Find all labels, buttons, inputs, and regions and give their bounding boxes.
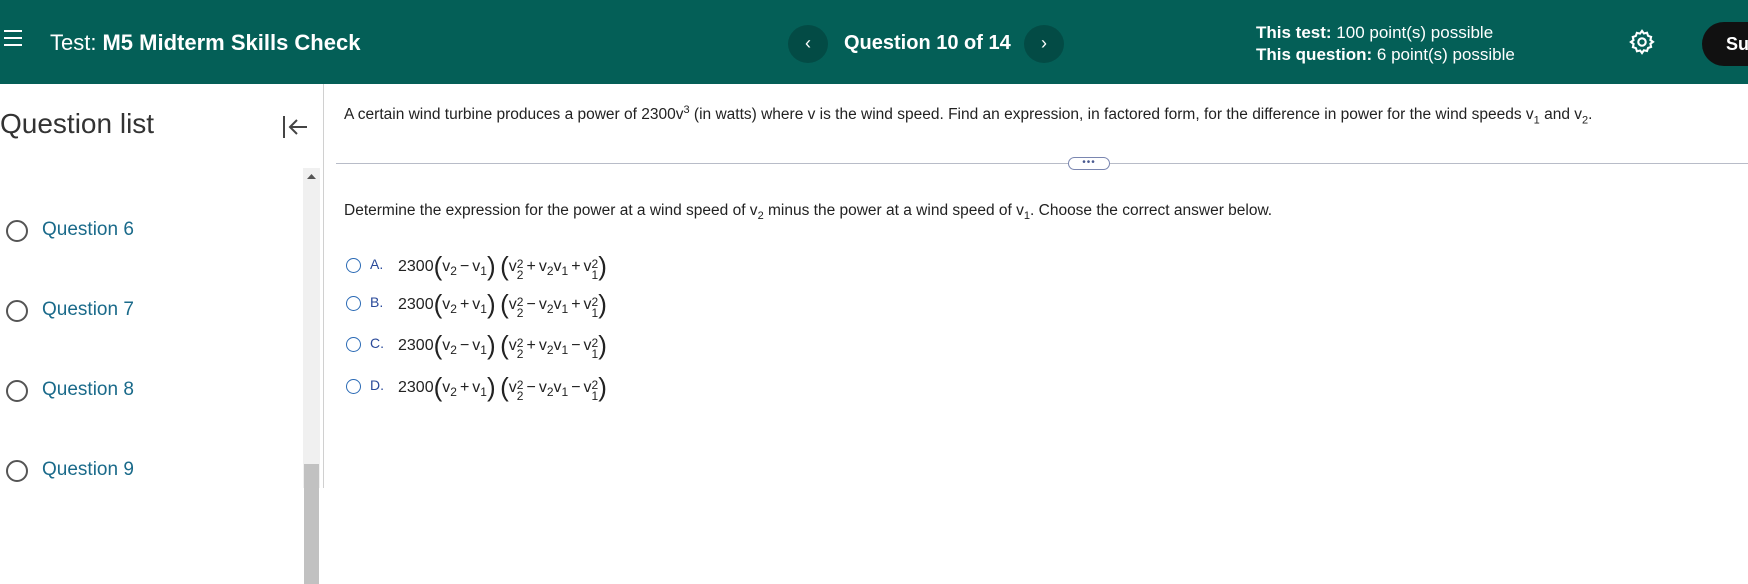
- question-points-label: This question:: [1256, 45, 1373, 64]
- gear-icon[interactable]: [1628, 28, 1656, 56]
- question-counter: Question 10 of 14: [844, 32, 1011, 54]
- scrollbar-thumb[interactable]: [304, 464, 319, 584]
- submit-button[interactable]: Su: [1702, 22, 1748, 66]
- radio-icon: [6, 220, 28, 242]
- radio-icon: [6, 380, 28, 402]
- question-instruction: Determine the expression for the power a…: [344, 202, 1273, 223]
- choice-letter: A.: [370, 256, 384, 272]
- test-prefix: Test:: [50, 30, 97, 55]
- previous-question-button[interactable]: ‹: [788, 25, 828, 63]
- choice-expression: 2300(v2 + v1) (v 2 2− v2v1− v 2 1): [398, 372, 607, 403]
- choice-expression: 2300(v2− v1) (v 2 2 + v2v1− v 2 1): [398, 330, 607, 361]
- points-info: This test: 100 point(s) possible This qu…: [1256, 22, 1515, 66]
- choice-expression: 2300(v2− v1) (v 2 2 + v2v1 + v 2 1): [398, 251, 607, 282]
- radio-icon: [6, 300, 28, 322]
- test-title: Test: M5 Midterm Skills Check: [50, 30, 360, 56]
- top-bar: Test: M5 Midterm Skills Check ‹ Question …: [0, 0, 1748, 84]
- question-prompt: A certain wind turbine produces a power …: [344, 104, 1593, 127]
- choice-expression: 2300(v2 + v1) (v 2 2− v2v1 + v 2 1): [398, 289, 607, 320]
- radio-icon[interactable]: [346, 379, 361, 394]
- question-list-title: Question list: [0, 108, 155, 139]
- test-points-label: This test:: [1256, 23, 1332, 42]
- question-list-item-label: Question 9: [42, 459, 134, 480]
- radio-icon[interactable]: [346, 258, 361, 273]
- test-name: M5 Midterm Skills Check: [102, 30, 361, 55]
- choice-letter: C.: [370, 335, 384, 351]
- question-points-value: 6 point(s) possible: [1376, 45, 1515, 64]
- radio-icon[interactable]: [346, 296, 361, 311]
- next-question-button[interactable]: ›: [1024, 25, 1064, 63]
- radio-icon: [6, 460, 28, 482]
- question-list-scrollbar[interactable]: [303, 168, 320, 584]
- question-list-item-label: Question 8: [42, 379, 134, 400]
- scroll-up-arrow-icon[interactable]: [303, 168, 320, 185]
- chevron-right-icon: ›: [1041, 33, 1047, 53]
- radio-icon[interactable]: [346, 337, 361, 352]
- question-content: A certain wind turbine produces a power …: [324, 84, 1748, 488]
- question-list-panel: Question list Question 6 Question 7 Ques…: [0, 84, 324, 584]
- choice-letter: D.: [370, 377, 384, 393]
- chevron-left-icon: ‹: [805, 33, 811, 53]
- test-points-value: 100 point(s) possible: [1336, 23, 1494, 42]
- divider-handle[interactable]: •••: [1068, 157, 1110, 170]
- collapse-left-icon[interactable]: [280, 112, 310, 142]
- section-divider: [336, 163, 1748, 164]
- question-list-item-label: Question 6: [42, 219, 134, 240]
- menu-icon[interactable]: [4, 30, 24, 50]
- question-list-item-label: Question 7: [42, 299, 134, 320]
- choice-letter: B.: [370, 294, 384, 310]
